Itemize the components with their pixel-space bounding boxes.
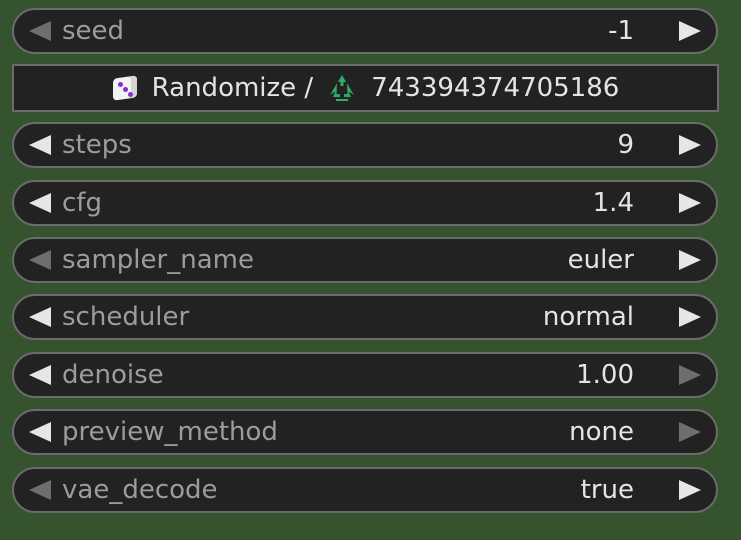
steps-decrement-arrow-icon[interactable] <box>29 135 51 155</box>
sampler-name-previous-arrow-icon[interactable] <box>29 250 51 270</box>
seed-widget[interactable]: seed -1 <box>12 8 718 54</box>
seed-value[interactable]: -1 <box>608 10 634 52</box>
preview-method-label: preview_method <box>62 417 278 447</box>
scheduler-value[interactable]: normal <box>543 296 634 338</box>
vae-decode-next-arrow-icon[interactable] <box>679 480 701 500</box>
sampler-name-widget[interactable]: sampler_name euler <box>12 237 718 283</box>
scheduler-next-arrow-icon[interactable] <box>679 307 701 327</box>
cfg-label: cfg <box>62 188 102 218</box>
steps-increment-arrow-icon[interactable] <box>679 135 701 155</box>
randomize-seed-value: 743394374705186 <box>371 73 620 103</box>
cfg-value[interactable]: 1.4 <box>593 182 634 224</box>
vae-decode-value[interactable]: true <box>581 469 634 511</box>
vae-decode-previous-arrow-icon[interactable] <box>29 480 51 500</box>
scheduler-label: scheduler <box>62 302 190 332</box>
preview-method-widget[interactable]: preview_method none <box>12 409 718 455</box>
preview-method-next-arrow-icon[interactable] <box>679 422 701 442</box>
sampler-name-value[interactable]: euler <box>568 239 634 281</box>
steps-value[interactable]: 9 <box>617 124 634 166</box>
scheduler-previous-arrow-icon[interactable] <box>29 307 51 327</box>
denoise-label: denoise <box>62 360 164 390</box>
randomize-seed-button[interactable]: Randomize / 743394374705186 <box>12 64 719 112</box>
seed-increment-arrow-icon[interactable] <box>679 21 701 41</box>
cfg-widget[interactable]: cfg 1.4 <box>12 180 718 226</box>
node-widget-panel: seed -1 Randomize / 743394374705186 step… <box>0 0 741 540</box>
scheduler-widget[interactable]: scheduler normal <box>12 294 718 340</box>
seed-label: seed <box>62 16 125 46</box>
preview-method-previous-arrow-icon[interactable] <box>29 422 51 442</box>
dice-icon <box>112 75 138 101</box>
denoise-value[interactable]: 1.00 <box>576 354 634 396</box>
denoise-widget[interactable]: denoise 1.00 <box>12 352 718 398</box>
steps-label: steps <box>62 130 132 160</box>
denoise-increment-arrow-icon[interactable] <box>679 365 701 385</box>
denoise-decrement-arrow-icon[interactable] <box>29 365 51 385</box>
vae-decode-label: vae_decode <box>62 475 218 505</box>
recycle-icon <box>330 75 355 101</box>
sampler-name-next-arrow-icon[interactable] <box>679 250 701 270</box>
cfg-increment-arrow-icon[interactable] <box>679 193 701 213</box>
seed-decrement-arrow-icon[interactable] <box>29 21 51 41</box>
cfg-decrement-arrow-icon[interactable] <box>29 193 51 213</box>
steps-widget[interactable]: steps 9 <box>12 122 718 168</box>
randomize-label: Randomize / <box>151 73 314 103</box>
vae-decode-widget[interactable]: vae_decode true <box>12 467 718 513</box>
sampler-name-label: sampler_name <box>62 245 254 275</box>
randomize-button-content: Randomize / 743394374705186 <box>112 73 620 103</box>
preview-method-value[interactable]: none <box>569 411 634 453</box>
